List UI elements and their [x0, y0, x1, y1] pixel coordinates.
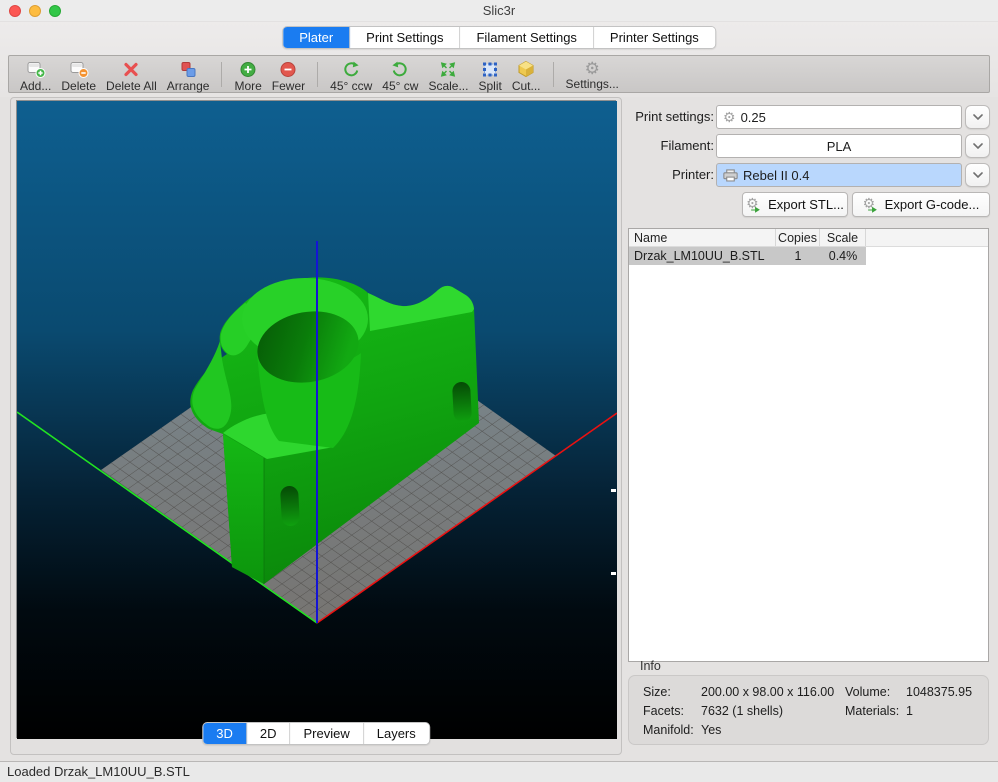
toolbar-separator — [553, 62, 554, 87]
rotate-ccw-icon — [341, 60, 361, 79]
viewport-tick-mark — [611, 489, 616, 492]
tab-print-settings[interactable]: Print Settings — [350, 27, 460, 48]
cut-button[interactable]: Cut... — [507, 58, 546, 91]
delete-button[interactable]: Delete — [56, 58, 101, 91]
slic3r-window: { "window": { "title": "Slic3r" }, "main… — [0, 0, 998, 782]
volume-label: Volume: — [845, 685, 890, 699]
size-label: Size: — [643, 685, 671, 699]
filament-dropdown-button[interactable] — [965, 134, 990, 158]
tab-plater[interactable]: Plater — [283, 27, 350, 48]
window-header: Slic3r Plater Print Settings Filament Se… — [0, 0, 998, 97]
settings-sidebar: Print settings: ⚙ 0.25 Filament: PLA Pri… — [628, 97, 990, 757]
chevron-down-icon — [973, 143, 983, 149]
view-mode-tabs: 3D 2D Preview Layers — [202, 722, 430, 745]
manifold-value: Yes — [701, 723, 721, 737]
rotate-ccw-button[interactable]: 45° ccw — [325, 58, 377, 91]
main-tab-bar: Plater Print Settings Filament Settings … — [282, 26, 716, 49]
status-text: Loaded Drzak_LM10UU_B.STL — [7, 764, 190, 779]
toolbar-separator — [221, 62, 222, 87]
delete-all-button[interactable]: Delete All — [101, 58, 162, 91]
scale-button[interactable]: Scale... — [423, 58, 473, 91]
view-tab-2d[interactable]: 2D — [247, 723, 291, 744]
close-button[interactable] — [9, 5, 21, 17]
view-tab-3d[interactable]: 3D — [203, 723, 247, 744]
titlebar: Slic3r — [0, 0, 998, 22]
facets-value: 7632 (1 shells) — [701, 704, 783, 718]
viewport-tick-mark — [611, 572, 616, 575]
column-header-filler — [866, 229, 988, 246]
rotate-cw-icon — [390, 60, 410, 79]
status-bar: Loaded Drzak_LM10UU_B.STL — [0, 761, 998, 782]
more-icon — [238, 60, 258, 79]
chevron-down-icon — [973, 114, 983, 120]
column-header-copies[interactable]: Copies — [776, 229, 820, 246]
view-tab-preview[interactable]: Preview — [290, 723, 363, 744]
chevron-down-icon — [973, 172, 983, 178]
export-stl-button[interactable]: ⚙ Export STL... — [742, 192, 848, 217]
fewer-icon — [278, 60, 298, 79]
minimize-button[interactable] — [29, 5, 41, 17]
facets-label: Facets: — [643, 704, 684, 718]
info-box: Size: 200.00 x 98.00 x 116.00 Volume: 10… — [628, 675, 989, 745]
object-list-table: Name Copies Scale Drzak_LM10UU_B.STL 1 0… — [628, 228, 989, 662]
printer-dropdown-button[interactable] — [965, 163, 990, 187]
materials-label: Materials: — [845, 704, 899, 718]
manifold-label: Manifold: — [643, 723, 694, 737]
table-row[interactable]: Drzak_LM10UU_B.STL 1 0.4% — [629, 247, 866, 265]
table-header: Name Copies Scale — [629, 229, 988, 247]
toolbar-separator — [317, 62, 318, 87]
column-header-scale[interactable]: Scale — [820, 229, 866, 246]
print-settings-label: Print settings: — [628, 105, 714, 129]
print-settings-combobox[interactable]: ⚙ 0.25 — [716, 105, 962, 129]
window-title: Slic3r — [0, 0, 998, 22]
info-section-title: Info — [640, 659, 661, 673]
add-button[interactable]: Add... — [15, 58, 56, 91]
printer-label: Printer: — [628, 163, 714, 187]
fewer-button[interactable]: Fewer — [267, 58, 310, 91]
export-gcode-button[interactable]: ⚙ Export G-code... — [852, 192, 990, 217]
more-button[interactable]: More — [229, 58, 266, 91]
split-icon — [480, 60, 500, 79]
split-button[interactable]: Split — [473, 58, 506, 91]
settings-button[interactable]: ⚙ Settings... — [561, 58, 624, 91]
gear-icon: ⚙ — [723, 109, 736, 126]
volume-value: 1048375.95 — [906, 685, 972, 699]
rotate-cw-button[interactable]: 45° cw — [377, 58, 423, 91]
arrange-icon — [178, 60, 198, 79]
3d-viewport-canvas[interactable] — [16, 100, 616, 738]
printer-combobox[interactable]: Rebel II 0.4 — [716, 163, 962, 187]
plater-panel: 3D 2D Preview Layers — [10, 97, 622, 755]
delete-all-icon — [121, 60, 141, 79]
export-gear-icon: ⚙ — [863, 196, 880, 213]
size-value: 200.00 x 98.00 x 116.00 — [701, 685, 834, 699]
filament-combobox[interactable]: PLA — [716, 134, 962, 158]
settings-gear-icon: ⚙ — [585, 60, 600, 77]
scale-icon — [438, 60, 458, 79]
add-icon — [26, 60, 46, 79]
export-gear-icon: ⚙ — [746, 196, 763, 213]
column-header-name[interactable]: Name — [629, 229, 776, 246]
materials-value: 1 — [906, 704, 913, 718]
view-tab-layers[interactable]: Layers — [364, 723, 429, 744]
delete-icon — [69, 60, 89, 79]
zoom-button[interactable] — [49, 5, 61, 17]
tab-filament-settings[interactable]: Filament Settings — [460, 27, 593, 48]
traffic-lights — [9, 5, 61, 17]
cut-icon — [516, 60, 536, 79]
tab-printer-settings[interactable]: Printer Settings — [594, 27, 715, 48]
toolbar: Add... Delete Delete All Arrange More — [8, 55, 990, 93]
printer-icon — [723, 169, 738, 182]
print-settings-dropdown-button[interactable] — [965, 105, 990, 129]
filament-label: Filament: — [628, 134, 714, 158]
arrange-button[interactable]: Arrange — [162, 58, 215, 91]
